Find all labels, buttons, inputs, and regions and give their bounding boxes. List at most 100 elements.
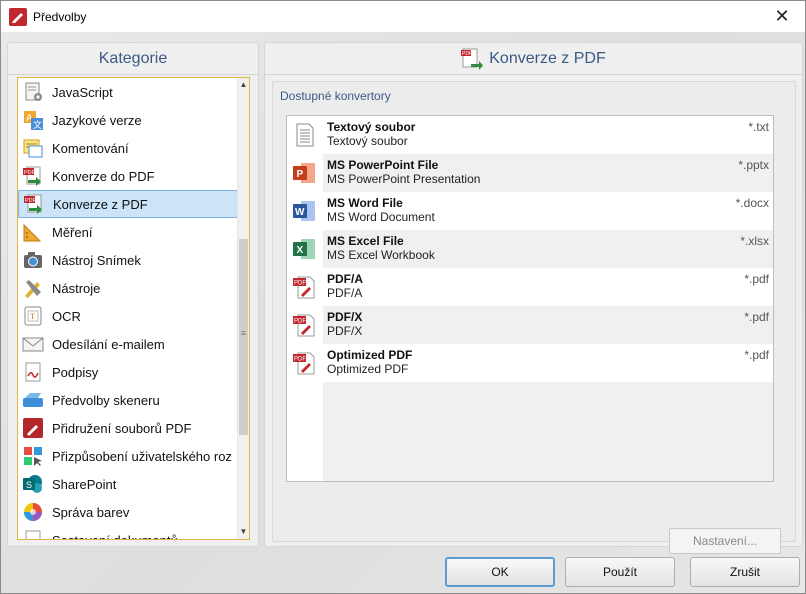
category-item-label: Správa barev [52,504,130,520]
category-item-label: Konverze do PDF [52,168,155,184]
pdf-icon: PDF [293,352,315,375]
category-scrollbar[interactable]: ▲ ≡ ▼ [237,78,249,539]
preferences-dialog: Předvolby ✕ Kategorie JavaScript A 文 Jazyko… [0,0,806,594]
category-item-label: JavaScript [52,84,113,100]
dialog-body: Kategorie JavaScript A 文 Jazykové verze Kome… [1,32,805,593]
converter-name: Optimized PDF [327,348,413,362]
converter-name: PDF/X [327,310,363,324]
comment-icon [23,139,43,158]
category-panel: Kategorie JavaScript A 文 Jazykové verze Kome… [7,42,259,547]
convert-from-pdf-icon: PDF [461,48,484,70]
pdf-icon: PDF [293,314,315,337]
svg-text:W: W [295,207,305,218]
category-item[interactable]: Měření [18,218,239,246]
svg-text:P: P [297,169,304,180]
converter-icon-cell: X [287,230,323,268]
category-item[interactable]: S SharePoint [18,470,239,498]
converter-text: MS PowerPoint File MS PowerPoint Presenta… [323,154,773,192]
category-item[interactable]: Nástroje [18,274,239,302]
category-item[interactable]: JavaScript [18,78,239,106]
text-file-icon [296,123,314,147]
category-item[interactable]: Podpisy [18,358,239,386]
category-item[interactable]: PDF Konverze z PDF [18,190,239,218]
converter-description: Textový soubor [327,134,408,148]
converter-text: PDF/X PDF/X [323,306,773,344]
converter-extension: *.txt [748,120,769,134]
category-item[interactable]: T OCR [18,302,239,330]
sharepoint-icon: S [23,475,42,493]
converter-name: Textový soubor [327,120,416,134]
category-item[interactable]: Sestavení dokumentů [18,526,239,539]
pdf-icon: PDF [293,276,315,299]
envelope-icon [22,337,44,352]
converter-extension: *.pdf [744,348,769,362]
converter-row[interactable]: PDF Optimized PDF Optimized PDF *.pdf [287,344,773,382]
category-item-label: Konverze z PDF [53,196,148,212]
converter-description: PDF/X [327,324,363,338]
svg-text:PDF: PDF [294,281,306,287]
document-icon [25,530,41,539]
category-item[interactable]: Přidružení souborů PDF [18,414,239,442]
category-item[interactable]: Komentování [18,134,239,162]
converter-extension: *.docx [735,196,769,210]
close-button[interactable]: ✕ [759,1,805,32]
category-item[interactable]: Odesílání e-mailem [18,330,239,358]
ok-button[interactable]: OK [445,557,555,587]
apply-button[interactable]: Použít [565,557,675,587]
svg-text:PDF: PDF [294,357,306,363]
scroll-up-arrow-icon[interactable]: ▲ [238,78,249,92]
convert-from-pdf-icon: PDF [24,194,42,214]
category-item-label: Komentování [52,140,129,156]
color-wheel-icon [24,503,42,521]
converter-text: Optimized PDF Optimized PDF [323,344,773,382]
category-item[interactable]: Správa barev [18,498,239,526]
settings-header: PDF Konverze z PDF [265,43,802,75]
svg-text:PDF: PDF [24,170,36,176]
category-item[interactable]: PDF Konverze do PDF [18,162,239,190]
powerpoint-icon: P [293,163,315,183]
script-gear-icon [25,82,42,101]
converter-row[interactable]: W MS Word File MS Word Document *.docx [287,192,773,230]
converter-icon-cell: PDF [287,268,323,306]
converter-row[interactable]: P MS PowerPoint File MS PowerPoint Present… [287,154,773,192]
category-item-label: SharePoint [52,476,117,492]
converter-name: MS Word File [327,196,403,210]
converter-text: MS Excel File MS Excel Workbook [323,230,773,268]
converter-extension: *.xlsx [740,234,769,248]
window-title: Předvolby [33,9,87,24]
converter-text: PDF/A PDF/A [323,268,773,306]
converter-name: MS Excel File [327,234,404,248]
svg-text:S: S [26,480,32,490]
converter-row[interactable]: Textový soubor Textový soubor *.txt [287,116,773,154]
converter-row[interactable]: PDF PDF/A PDF/A *.pdf [287,268,773,306]
converter-row[interactable]: PDF PDF/X PDF/X *.pdf [287,306,773,344]
ruler-icon [23,223,42,242]
scroll-grip-icon: ≡ [240,328,247,338]
converter-name: PDF/A [327,272,363,286]
category-item[interactable]: Předvolby skeneru [18,386,239,414]
scroll-down-arrow-icon[interactable]: ▼ [238,525,249,539]
converter-description: MS Word Document [327,210,435,224]
category-header: Kategorie [8,43,258,75]
excel-icon: X [293,239,315,259]
cancel-button[interactable]: Zrušit [690,557,800,587]
converter-extension: *.pdf [744,272,769,286]
category-item[interactable]: A 文 Jazykové verze [18,106,239,134]
category-item[interactable]: Nástroj Snímek [18,246,239,274]
converter-list[interactable]: Textový soubor Textový soubor *.txt P MS Pow… [286,115,774,482]
category-list[interactable]: JavaScript A 文 Jazykové verze Komentování PDF… [17,77,250,540]
category-item[interactable]: Přizpůsobení uživatelského roz [18,442,239,470]
converter-description: Optimized PDF [327,362,409,376]
settings-panel: PDF Konverze z PDF Dostupné konvertory T… [264,42,803,554]
converter-text: Textový soubor Textový soubor [323,116,773,154]
list-filler [323,382,773,481]
converter-icon-cell: P [287,154,323,192]
convert-to-pdf-icon: PDF [23,166,41,186]
converter-row[interactable]: X MS Excel File MS Excel Workbook *.xlsx [287,230,773,268]
pdf-association-icon [23,418,43,438]
settings-button[interactable]: Nastavení... [669,528,781,554]
app-logo-icon [9,7,27,26]
converter-name: MS PowerPoint File [327,158,439,172]
word-icon: W [293,201,315,221]
settings-title: Konverze z PDF [489,49,606,67]
